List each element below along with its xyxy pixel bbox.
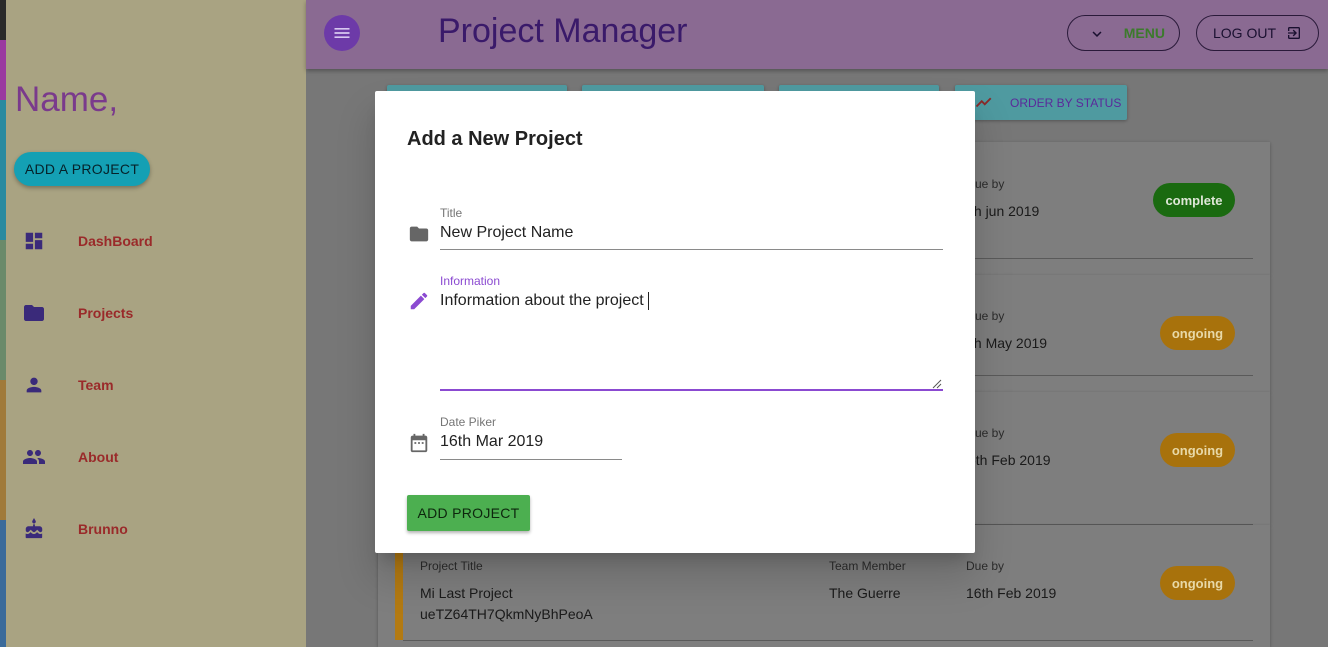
status-badge: ongoing — [1160, 316, 1235, 350]
status-badge: ongoing — [1160, 566, 1235, 600]
pencil-icon — [407, 289, 431, 313]
sidebar-item-label: Team — [78, 377, 114, 393]
calendar-icon — [407, 431, 431, 455]
sidebar-item-brunno[interactable]: Brunno — [22, 514, 128, 544]
trending-icon — [975, 94, 993, 115]
logout-label: LOG OUT — [1213, 25, 1277, 41]
hamburger-icon — [334, 28, 350, 38]
date-input-underline — [440, 459, 622, 460]
app-title: Project Manager — [438, 12, 688, 50]
add-project-submit-button[interactable]: ADD PROJECT — [407, 495, 530, 531]
due-date: 16th Feb 2019 — [966, 585, 1057, 601]
sidebar: Name, ADD A PROJECT DashBoard Projects T… — [0, 0, 306, 647]
date-picker-input[interactable]: 16th Mar 2019 — [440, 433, 543, 451]
due-date: th May 2019 — [970, 335, 1048, 351]
sidebar-item-about[interactable]: About — [22, 442, 118, 472]
status-badge: ongoing — [1160, 433, 1235, 467]
project-title: Mi Last Project — [420, 585, 513, 601]
project-title-header: Project Title — [420, 559, 483, 573]
due-date: th jun 2019 — [970, 203, 1040, 219]
chevron-down-icon — [1088, 25, 1106, 48]
folder-icon — [22, 301, 46, 325]
cake-icon — [22, 517, 46, 541]
menu-label: MENU — [1123, 25, 1165, 41]
sidebar-item-label: About — [78, 449, 119, 465]
due-date: 6th Feb 2019 — [968, 452, 1051, 468]
sidebar-item-projects[interactable]: Projects — [22, 298, 133, 328]
title-field-label: Title — [440, 206, 463, 220]
dashboard-icon — [22, 229, 46, 253]
title-input-underline — [440, 249, 943, 250]
team-member: The Guerre — [829, 585, 901, 601]
window-edge-strip — [0, 0, 6, 647]
information-field-label: Information — [440, 274, 501, 288]
logout-button[interactable]: LOG OUT — [1196, 15, 1319, 51]
resize-handle-icon[interactable] — [932, 379, 942, 389]
sidebar-item-dashboard[interactable]: DashBoard — [22, 226, 153, 256]
team-member-header: Team Member — [829, 559, 906, 573]
app-bar: Project Manager MENU LOG OUT — [306, 0, 1328, 69]
sidebar-item-label: DashBoard — [78, 233, 153, 249]
information-textarea[interactable]: Information about the project — [440, 292, 649, 310]
status-badge: complete — [1153, 183, 1235, 217]
people-icon — [22, 445, 46, 469]
exit-icon — [1286, 25, 1302, 46]
order-by-status-button[interactable]: ORDER BY STATUS — [955, 85, 1127, 120]
due-header: ue by — [975, 177, 1005, 191]
due-header: Due by — [966, 559, 1005, 573]
person-icon — [22, 373, 46, 397]
menu-dropdown-button[interactable]: MENU — [1067, 15, 1180, 51]
information-text: Information about the project — [440, 292, 644, 310]
title-input[interactable]: New Project Name — [440, 224, 573, 242]
due-header: ue by — [975, 426, 1005, 440]
due-header: ue by — [975, 309, 1005, 323]
sidebar-item-label: Brunno — [78, 521, 128, 537]
sidebar-item-label: Projects — [78, 305, 134, 321]
information-underline — [440, 389, 943, 391]
sidebar-item-team[interactable]: Team — [22, 370, 114, 400]
hamburger-menu-button[interactable] — [324, 15, 360, 51]
order-by-status-label: ORDER BY STATUS — [1010, 95, 1122, 110]
user-greeting: Name, — [15, 80, 119, 119]
add-project-dialog: Add a New Project Title New Project Name… — [375, 91, 975, 553]
project-id: ueTZ64TH7QkmNyBhPeoA — [420, 606, 593, 622]
dialog-title: Add a New Project — [407, 128, 583, 150]
date-field-label: Date Piker — [440, 415, 497, 429]
add-project-sidebar-button[interactable]: ADD A PROJECT — [14, 152, 150, 186]
folder-icon — [407, 222, 431, 246]
